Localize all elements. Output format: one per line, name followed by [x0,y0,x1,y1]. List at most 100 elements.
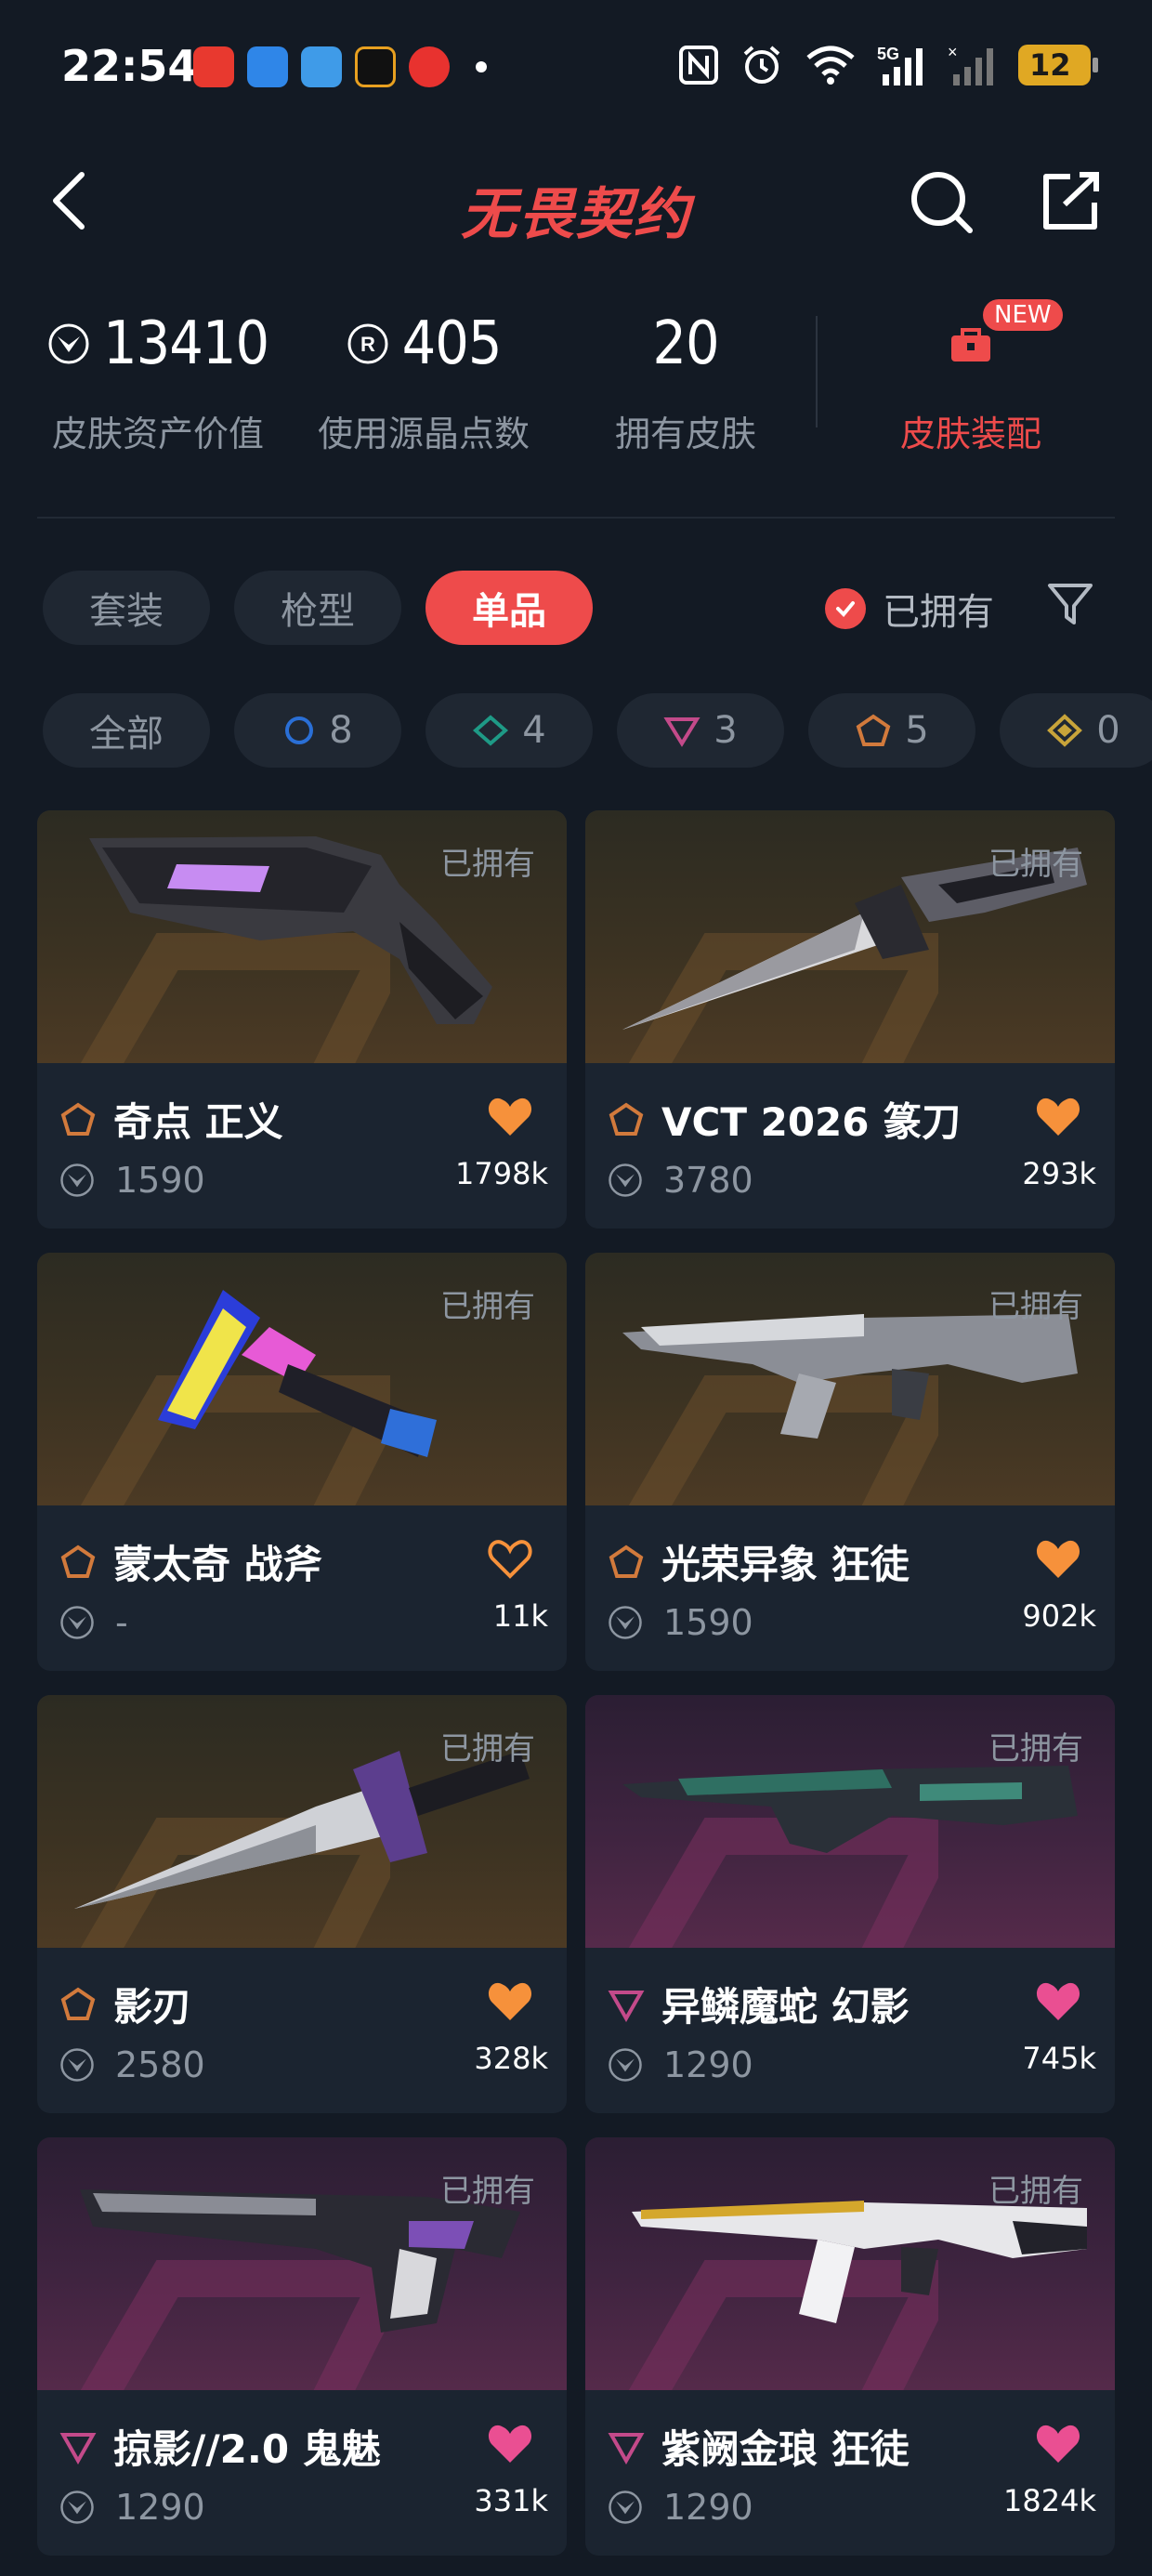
weather-icon [301,46,342,87]
skin-card[interactable]: 已拥有 掠影//2.0 鬼魅 1290 331k [37,2137,567,2556]
status-time: 22:54 [61,41,198,91]
chip-count: 5 [905,709,929,752]
owned-tag: 已拥有 [988,2173,1083,2210]
like-count: 902k [1022,1598,1096,1634]
checkmark-icon [825,588,866,629]
heart-icon[interactable] [487,2422,533,2464]
search-button[interactable] [905,164,979,238]
tier-premium-icon [663,717,700,747]
skin-price: 1290 [115,2487,205,2528]
notification-icons [193,46,487,87]
wifi-icon [805,43,857,87]
like-count: 11k [492,1598,548,1634]
valorant-point-icon [60,1606,94,1639]
share-button[interactable] [1033,164,1107,238]
skin-price: - [115,1602,128,1643]
tab-weapon-type[interactable]: 枪型 [234,571,401,645]
skin-card[interactable]: 已拥有 VCT 2026 篆刀 3780 293k [585,810,1115,1229]
skin-card[interactable]: 已拥有 紫阙金琅 狂徒 1290 1824k [585,2137,1115,2556]
valorant-point-icon [60,2048,94,2082]
heart-icon[interactable] [1035,1979,1081,2022]
skin-name: 蒙太奇 战斧 [113,1542,322,1587]
chip-all-label: 全部 [89,713,164,756]
owned-tag: 已拥有 [440,846,535,883]
svg-text:×: × [948,43,958,61]
chip-ultra-tier[interactable]: 0 [1000,693,1152,768]
radianite-point-icon: R [347,323,388,364]
skin-card[interactable]: 已拥有 异鳞魔蛇 幻影 1290 745k [585,1695,1115,2113]
skin-name: 影刃 [113,1984,192,2030]
chip-deluxe-tier[interactable]: 4 [425,693,593,768]
section-divider [37,517,1115,519]
search-icon [911,172,973,233]
heart-icon[interactable] [487,1095,533,1137]
chip-count: 3 [713,709,738,752]
status-bar: 22:54 5G × 12 [0,0,1152,139]
heart-icon[interactable] [1035,2422,1081,2464]
stat-points-used: R 405 使用源晶点数 [294,297,554,456]
skin-price: 3780 [663,1160,753,1201]
skin-loadout-button[interactable]: NEW 皮肤装配 [864,297,1078,456]
chip-premium-tier[interactable]: 3 [617,693,784,768]
valorant-point-icon [609,2491,642,2524]
back-button[interactable] [43,164,102,238]
chip-all[interactable]: 全部 [43,693,210,768]
alarm-icon [740,43,784,87]
skin-price: 1290 [663,2044,753,2085]
tier-exclusive-icon [609,1544,644,1578]
tier-deluxe-icon [473,715,509,746]
filter-button[interactable] [1044,578,1096,630]
owned-tag: 已拥有 [440,1288,535,1325]
chevron-left-icon [53,172,85,230]
valorant-point-icon [609,1606,642,1639]
tab-single-item[interactable]: 单品 [425,571,593,645]
chip-select-tier[interactable]: 8 [234,693,401,768]
app-icon [355,46,396,87]
heart-icon[interactable] [1035,1537,1081,1580]
chip-count: 0 [1096,709,1120,752]
like-count: 328k [474,2041,548,2076]
asset-value: 13410 [102,309,269,378]
like-count: 1824k [1003,2483,1096,2518]
like-count: 293k [1022,1156,1096,1191]
chip-count: 4 [522,709,546,752]
skin-price: 1290 [663,2487,753,2528]
owned-count: 20 [652,309,719,378]
owned-count-label: 拥有皮肤 [614,414,756,454]
valorant-point-icon [60,1163,94,1197]
owned-filter-label: 已拥有 [883,591,994,634]
tencent-map-icon [193,46,234,87]
battery-indicator: 12 [1018,45,1098,85]
tier-premium-icon [608,1990,645,2022]
chip-exclusive-tier[interactable]: 5 [808,693,975,768]
valorant-point-icon [48,323,89,364]
heart-outline-icon[interactable] [487,1537,533,1580]
system-icons: 5G × 12 [678,43,1098,87]
points-used-label: 使用源晶点数 [317,414,530,454]
owned-filter-toggle[interactable]: 已拥有 [825,582,994,636]
tier-exclusive-icon [60,1102,96,1136]
tab-bundle[interactable]: 套装 [43,571,210,645]
heart-icon[interactable] [1035,1095,1081,1137]
points-used: 405 [401,309,503,378]
chip-count: 8 [329,709,353,752]
skin-price: 1590 [663,1602,753,1643]
netease-music-icon [409,46,450,87]
toolbox-icon [951,328,990,361]
heart-icon[interactable] [487,1979,533,2022]
owned-tag: 已拥有 [440,1730,535,1768]
share-icon [1043,172,1099,230]
skin-card[interactable]: 已拥有 奇点 正义 1590 1798k [37,810,567,1229]
svg-text:R: R [360,333,375,356]
like-count: 1798k [455,1156,548,1191]
tier-ultra-icon [1047,714,1083,747]
skin-card[interactable]: 已拥有 影刃 2580 328k [37,1695,567,2113]
app-header: 无畏契约 [0,149,1152,251]
stats-panel: 13410 皮肤资产价值 R 405 使用源晶点数 20 拥有皮肤 NEW 皮肤… [0,297,1152,474]
tier-filter-chips: 全部 8 4 3 5 0 [43,693,1152,768]
like-count: 745k [1022,2041,1096,2076]
skin-card[interactable]: 已拥有 蒙太奇 战斧 - 11k [37,1253,567,1671]
skin-card[interactable]: 已拥有 光荣异象 狂徒 1590 902k [585,1253,1115,1671]
stat-asset-value: 13410 皮肤资产价值 [28,297,288,456]
tier-select-icon [285,716,314,744]
